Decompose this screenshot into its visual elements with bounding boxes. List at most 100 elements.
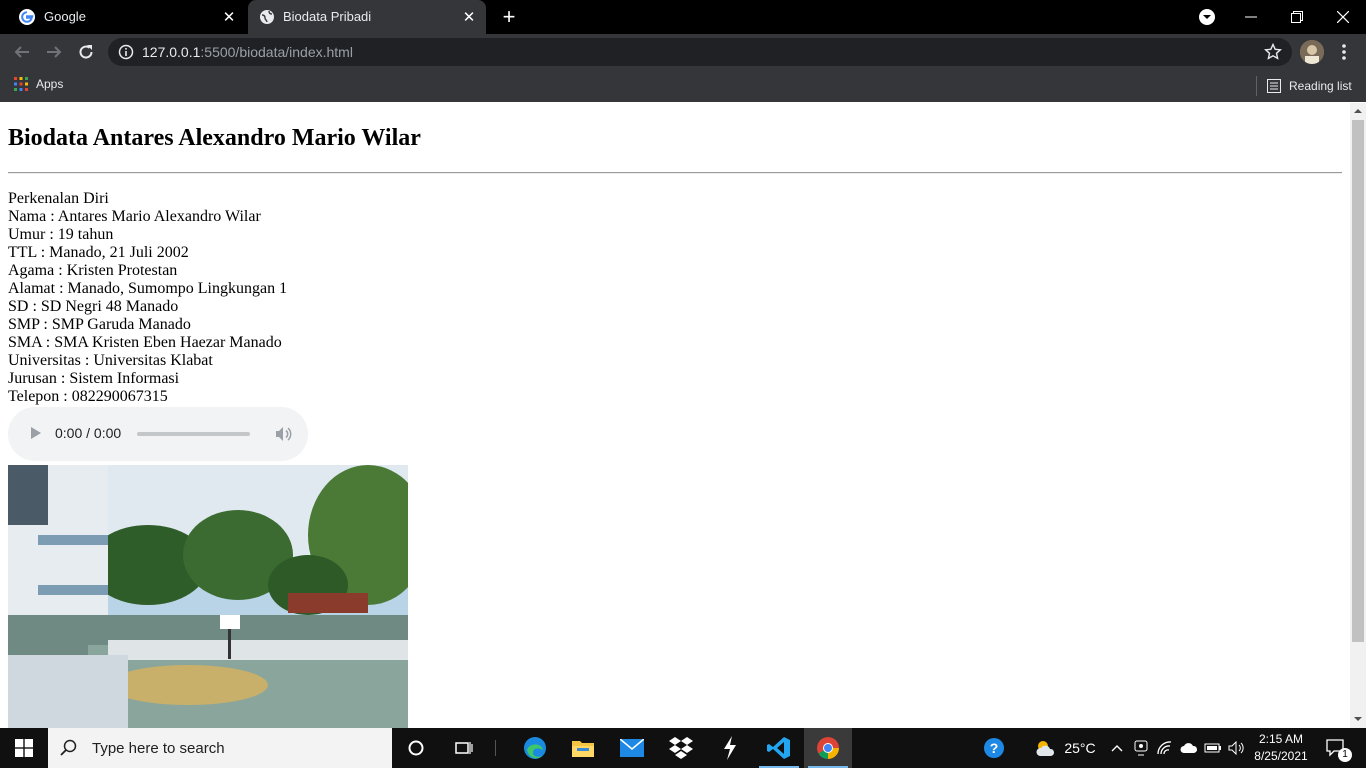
taskbar-dropbox[interactable] xyxy=(657,728,705,768)
tab-strip: Google ✕ Biodata Pribadi ✕ + xyxy=(0,0,1366,34)
webcam-icon xyxy=(1134,740,1148,756)
page-content: Biodata Antares Alexandro Mario Wilar Pe… xyxy=(8,103,1342,728)
taskbar-edge[interactable] xyxy=(511,728,559,768)
page-heading: Biodata Antares Alexandro Mario Wilar xyxy=(8,125,421,151)
chevron-up-icon xyxy=(1111,745,1123,752)
apps-label: Apps xyxy=(36,77,64,91)
info-icon[interactable] xyxy=(118,44,134,60)
google-icon xyxy=(19,9,35,25)
scroll-down-icon[interactable] xyxy=(1354,715,1362,723)
forward-button[interactable] xyxy=(42,40,66,64)
weather-temp: 25°C xyxy=(1064,740,1096,756)
audio-progress-bar[interactable] xyxy=(137,432,250,436)
notification-badge: 1 xyxy=(1338,748,1352,762)
apps-shortcut[interactable]: Apps xyxy=(14,77,63,91)
scroll-up-icon[interactable] xyxy=(1354,107,1362,115)
show-hidden-icons[interactable] xyxy=(1106,728,1128,768)
biodata-item: Agama : Kristen Protestan xyxy=(8,262,178,279)
scrollbar-thumb[interactable] xyxy=(1352,120,1364,642)
restore-button[interactable] xyxy=(1274,0,1320,34)
bookmark-star-icon[interactable] xyxy=(1264,43,1282,61)
weather-icon xyxy=(1036,741,1055,756)
apps-grid-icon xyxy=(14,77,28,91)
windows-taskbar: Type here to search ? 25°C 2:15 AM 8/25/… xyxy=(0,728,1366,768)
close-window-button[interactable] xyxy=(1320,0,1366,34)
forward-arrow-icon xyxy=(47,46,62,58)
restore-icon xyxy=(1291,11,1303,23)
meet-now[interactable] xyxy=(1130,728,1152,768)
task-view-icon xyxy=(455,742,473,754)
audio-player[interactable]: 0:00 / 0:00 xyxy=(8,407,308,461)
new-tab-button[interactable]: + xyxy=(497,6,521,28)
lightning-app-icon xyxy=(724,736,736,760)
cortana-icon xyxy=(408,740,424,756)
taskbar-search[interactable]: Type here to search xyxy=(48,728,392,768)
folder-icon xyxy=(572,741,594,757)
close-tab-icon[interactable]: ✕ xyxy=(220,8,238,26)
windows-logo-icon xyxy=(15,739,33,757)
page-viewport: Biodata Antares Alexandro Mario Wilar Pe… xyxy=(0,103,1350,728)
audio-time: 0:00 / 0:00 xyxy=(55,425,122,441)
reading-list-button[interactable]: Reading list xyxy=(1256,76,1352,96)
search-icon xyxy=(60,739,77,756)
network-button[interactable] xyxy=(1154,728,1176,768)
mail-icon xyxy=(620,739,644,757)
search-placeholder: Type here to search xyxy=(92,739,225,757)
taskbar-mail[interactable] xyxy=(608,728,656,768)
reading-list-icon xyxy=(1267,79,1281,93)
bookmarks-bar: Apps Reading list xyxy=(0,70,1366,102)
browser-toolbar: 127.0.0.1:5500/biodata/index.html xyxy=(0,34,1366,70)
url-text: 127.0.0.1:5500/biodata/index.html xyxy=(142,44,353,60)
minimize-icon xyxy=(1245,16,1257,18)
reading-list-label: Reading list xyxy=(1289,79,1352,93)
speaker-icon xyxy=(1228,741,1244,755)
biodata-item: Telepon : 082290067315 xyxy=(8,388,168,405)
close-tab-icon[interactable]: ✕ xyxy=(460,8,478,26)
onedrive-button[interactable] xyxy=(1177,728,1201,768)
avatar-image xyxy=(1300,40,1324,64)
taskbar-chrome[interactable] xyxy=(804,728,852,768)
taskbar-vscode[interactable] xyxy=(755,728,803,768)
clock-time: 2:15 AM xyxy=(1258,732,1304,746)
volume-tray-button[interactable] xyxy=(1225,728,1249,768)
section-title: Perkenalan Diri xyxy=(8,190,109,207)
action-center-button[interactable]: 1 xyxy=(1316,728,1356,768)
back-button[interactable] xyxy=(10,40,34,64)
help-tray-button[interactable]: ? xyxy=(970,728,1018,768)
task-view-button[interactable] xyxy=(440,728,488,768)
biodata-item: SD : SD Negri 48 Manado xyxy=(8,298,179,315)
taskbar-clock[interactable]: 2:15 AM 8/25/2021 xyxy=(1250,731,1312,765)
cortana-button[interactable] xyxy=(392,728,440,768)
biodata-item: Nama : Antares Mario Alexandro Wilar xyxy=(8,208,261,225)
battery-button[interactable] xyxy=(1201,728,1225,768)
taskbar-separator xyxy=(495,740,496,756)
address-bar[interactable]: 127.0.0.1:5500/biodata/index.html xyxy=(108,38,1292,66)
battery-icon xyxy=(1204,743,1221,753)
more-menu-icon[interactable] xyxy=(1336,42,1352,62)
wifi-icon xyxy=(1157,741,1172,755)
divider xyxy=(8,172,1342,174)
start-button[interactable] xyxy=(0,728,48,768)
school-photo xyxy=(8,465,408,728)
help-icon: ? xyxy=(984,738,1004,758)
biodata-item: Jurusan : Sistem Informasi xyxy=(8,370,180,387)
close-icon xyxy=(1337,11,1349,23)
url-host: 127.0.0.1 xyxy=(142,44,201,60)
play-icon[interactable] xyxy=(30,426,42,440)
taskbar-app[interactable] xyxy=(706,728,754,768)
page-scrollbar[interactable] xyxy=(1350,103,1366,728)
edge-icon xyxy=(524,737,546,759)
profile-avatar[interactable] xyxy=(1300,40,1324,64)
taskbar-file-explorer[interactable] xyxy=(559,728,607,768)
tab-google[interactable]: Google ✕ xyxy=(0,0,246,34)
minimize-button[interactable] xyxy=(1228,0,1274,34)
svg-text:?: ? xyxy=(990,740,999,756)
tab-search-icon[interactable] xyxy=(1198,8,1216,26)
reload-button[interactable] xyxy=(74,40,98,64)
volume-icon[interactable] xyxy=(274,425,292,443)
school-ceremony-image xyxy=(8,465,408,728)
url-path: :5500/biodata/index.html xyxy=(200,44,353,60)
chrome-icon xyxy=(817,737,839,759)
tab-biodata[interactable]: Biodata Pribadi ✕ xyxy=(248,0,486,34)
weather-widget[interactable]: 25°C xyxy=(1030,728,1100,768)
